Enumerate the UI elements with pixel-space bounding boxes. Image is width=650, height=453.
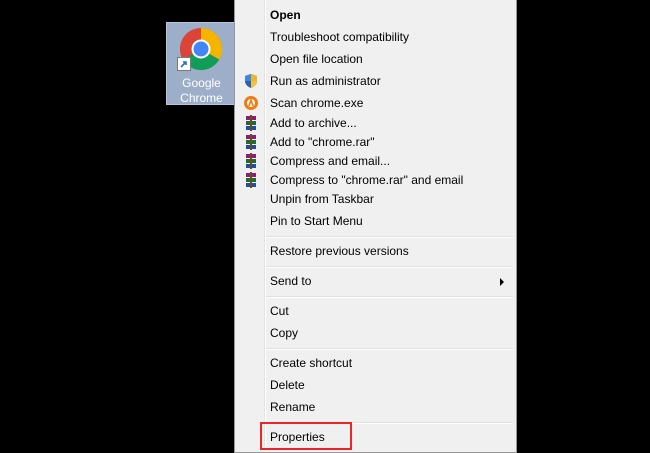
menu-item-run-as-administrator[interactable]: Run as administrator <box>237 70 514 92</box>
menu-item-troubleshoot-compatibility[interactable]: Troubleshoot compatibility <box>237 26 514 48</box>
menu-item-cut[interactable]: Cut <box>237 300 514 322</box>
menu-item-pin-to-start-menu[interactable]: Pin to Start Menu <box>237 210 514 232</box>
desktop-icon-google-chrome[interactable]: Google Chrome <box>166 22 235 105</box>
menu-item-label: Open <box>270 8 301 22</box>
menu-separator <box>266 296 513 298</box>
menu-item-copy[interactable]: Copy <box>237 322 514 344</box>
menu-item-label: Cut <box>270 304 289 318</box>
menu-item-rename[interactable]: Rename <box>237 396 514 418</box>
winrar-icon <box>246 134 256 150</box>
menu-item-label: Send to <box>270 274 312 288</box>
context-menu: Open Troubleshoot compatibility Open fil… <box>234 0 517 453</box>
submenu-arrow-icon <box>500 278 504 286</box>
menu-separator <box>266 348 513 350</box>
menu-item-create-shortcut[interactable]: Create shortcut <box>237 352 514 374</box>
menu-item-label: Create shortcut <box>270 356 353 370</box>
properties-highlight-box <box>260 422 352 450</box>
menu-item-open[interactable]: Open <box>237 4 514 26</box>
shortcut-arrow-icon <box>177 57 191 71</box>
antivirus-icon <box>244 96 258 110</box>
menu-item-label: Pin to Start Menu <box>270 214 363 228</box>
winrar-icon <box>246 153 256 169</box>
menu-item-label: Unpin from Taskbar <box>270 192 374 206</box>
menu-item-scan-chrome-exe[interactable]: Scan chrome.exe <box>237 92 514 114</box>
winrar-icon <box>246 115 256 131</box>
menu-item-send-to[interactable]: Send to <box>237 270 514 292</box>
uac-shield-icon <box>245 74 257 88</box>
menu-item-open-file-location[interactable]: Open file location <box>237 48 514 70</box>
desktop-icon-label: Google Chrome <box>180 76 223 105</box>
menu-item-label: Run as administrator <box>270 74 381 88</box>
menu-item-unpin-from-taskbar[interactable]: Unpin from Taskbar <box>237 188 514 210</box>
menu-item-label: Delete <box>270 378 305 392</box>
menu-item-label: Scan chrome.exe <box>270 96 364 110</box>
menu-item-label: Restore previous versions <box>270 244 409 258</box>
menu-separator <box>266 236 513 238</box>
menu-item-label: Open file location <box>270 52 363 66</box>
menu-separator <box>266 266 513 268</box>
menu-item-label: Rename <box>270 400 316 414</box>
menu-item-label: Copy <box>270 326 299 340</box>
menu-item-restore-previous-versions[interactable]: Restore previous versions <box>237 240 514 262</box>
winrar-icon <box>246 172 256 188</box>
menu-item-delete[interactable]: Delete <box>237 374 514 396</box>
menu-item-label: Troubleshoot compatibility <box>270 30 409 44</box>
